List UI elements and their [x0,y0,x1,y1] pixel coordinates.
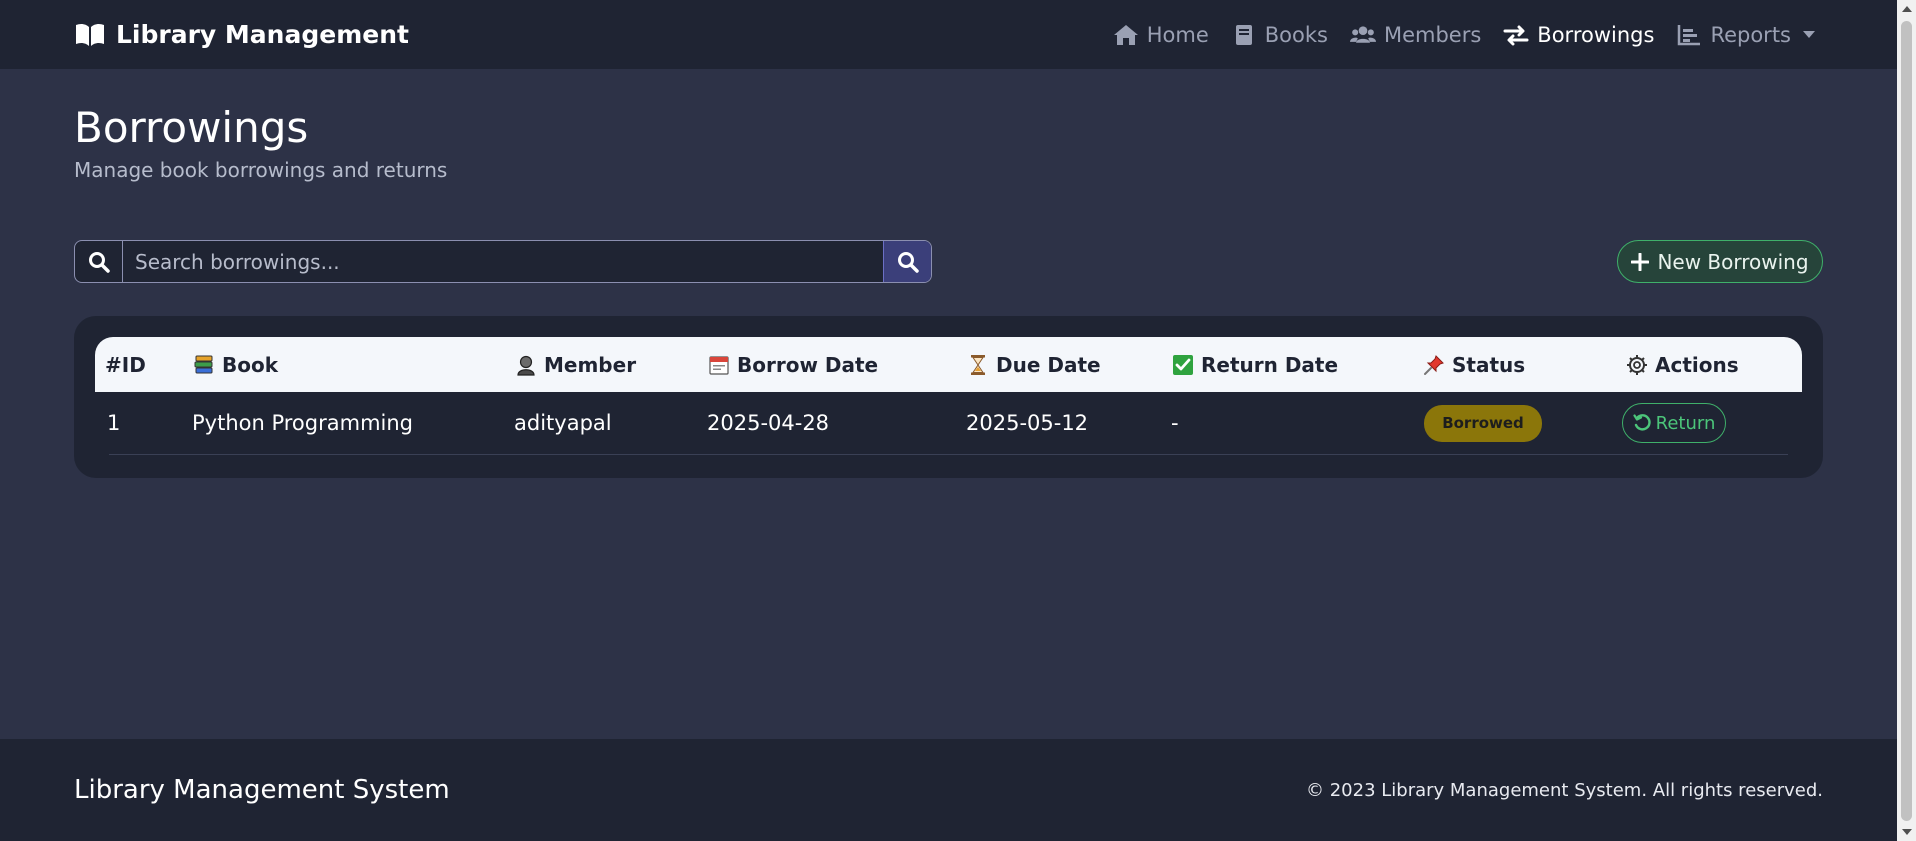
home-icon [1113,24,1138,45]
cell-id: 1 [107,411,121,435]
scroll-up-icon[interactable] [1902,6,1912,12]
nav-item-label: Home [1146,22,1209,47]
column-label: #ID [105,352,146,377]
brand[interactable]: Library Management [74,20,409,49]
column-header-borrow-date[interactable]: Borrow Date [708,337,878,392]
footer-title: Library Management System [74,775,450,805]
column-header-member[interactable]: Member [515,337,636,392]
nav-menu: Home Books Members Borrowings Reports [1113,23,1815,47]
users-icon [1349,25,1376,43]
nav-item-label: Reports [1710,22,1791,47]
column-header-due-date[interactable]: Due Date [967,337,1101,392]
new-borrowing-button[interactable]: New Borrowing [1617,240,1823,283]
page-title: Borrowings [74,103,309,152]
column-label: Return Date [1201,352,1339,377]
nav-item-home[interactable]: Home [1113,23,1209,47]
exchange-icon [1503,25,1529,45]
column-header-id[interactable]: #ID [105,337,146,392]
nav-item-borrowings[interactable]: Borrowings [1503,23,1654,47]
nav-item-members[interactable]: Members [1349,22,1482,47]
search-icon [897,251,919,273]
nav-item-label: Books [1264,22,1328,47]
cell-status: Borrowed [1424,392,1542,454]
books-icon [194,355,213,373]
cell-actions: Return [1622,392,1726,454]
page-scrollbar[interactable] [1897,0,1916,841]
plus-icon [1631,252,1650,271]
check-box-icon [1173,354,1193,375]
brand-title: Library Management [116,20,409,49]
column-label: Status [1452,352,1526,377]
row-divider [109,454,1788,455]
table-header: #ID Book Member Borrow Date Due Date Ret… [95,337,1802,392]
hourglass-icon [971,354,985,375]
column-label: Due Date [996,352,1101,377]
column-label: Borrow Date [737,352,879,377]
cell-member: adityapal [514,411,612,435]
nav-item-reports[interactable]: Reports [1676,23,1815,47]
undo-icon [1633,414,1651,431]
cell-borrow-date: 2025-04-28 [707,411,830,435]
scroll-down-icon[interactable] [1902,829,1912,835]
book-open-icon [76,23,104,46]
search-group [74,240,932,283]
column-label: Member [544,352,637,377]
search-button[interactable] [883,241,931,282]
cell-return-date: - [1171,411,1179,435]
column-label: Actions [1655,352,1739,377]
table-row[interactable]: 1 Python Programming adityapal 2025-04-2… [95,392,1802,455]
search-prefix [75,241,123,282]
return-label: Return [1655,412,1716,434]
gear-icon [1627,354,1647,375]
calendar-icon [709,355,729,375]
search-icon [88,251,110,273]
column-header-book[interactable]: Book [193,337,278,392]
cell-book: Python Programming [192,411,414,435]
column-header-return-date[interactable]: Return Date [1172,337,1338,392]
nav-item-label: Members [1383,22,1482,47]
nav-item-books[interactable]: Books [1231,23,1328,47]
borrowings-table-card: #ID Book Member Borrow Date Due Date Ret… [74,316,1823,478]
column-header-actions[interactable]: Actions [1626,337,1739,392]
scroll-thumb[interactable] [1901,21,1912,821]
footer-copyright: © 2023 Library Management System. All ri… [1305,779,1823,801]
person-icon [517,355,535,376]
chevron-down-icon [1803,31,1815,38]
return-button[interactable]: Return [1622,403,1726,443]
footer: Library Management System © 2023 Library… [0,739,1897,841]
page-subtitle: Manage book borrowings and returns [74,158,448,182]
pushpin-icon [1424,354,1444,375]
nav-item-label: Borrowings [1537,22,1655,47]
column-label: Book [222,352,279,377]
new-borrowing-label: New Borrowing [1657,249,1809,274]
status-badge: Borrowed [1424,404,1542,442]
navbar: Library Management Home Books Members Bo… [0,0,1897,69]
chart-icon [1678,24,1701,45]
book-icon [1235,24,1252,45]
search-input[interactable] [123,241,883,282]
column-header-status[interactable]: Status [1423,337,1525,392]
cell-due-date: 2025-05-12 [966,411,1089,435]
